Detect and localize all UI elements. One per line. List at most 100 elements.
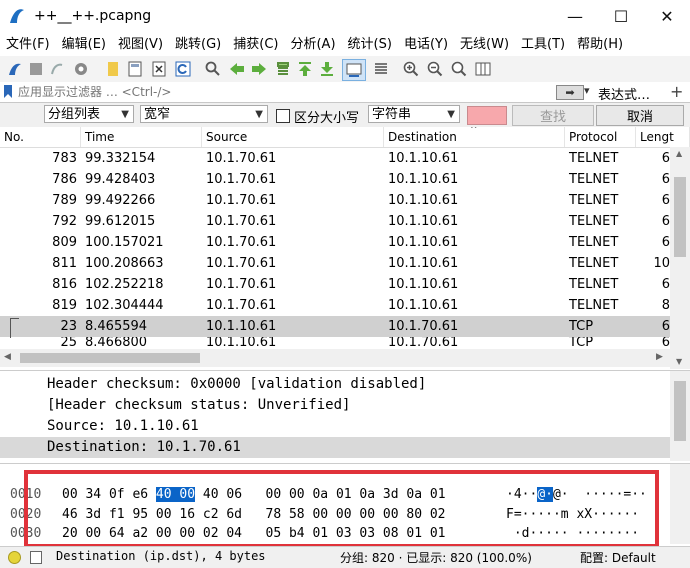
packet-source: 10.1.10.61 bbox=[206, 319, 277, 334]
packet-row-selected[interactable]: 23 8.465594 10.1.10.61 10.1.70.61 TCP 6 bbox=[0, 316, 670, 338]
resize-columns-icon[interactable] bbox=[474, 60, 492, 78]
menu-tools[interactable]: 工具(T) bbox=[515, 34, 571, 56]
packet-no: 819 bbox=[52, 298, 77, 313]
scroll-up-icon[interactable]: ▲ bbox=[676, 149, 682, 158]
filter-history-dropdown-icon[interactable]: ▾ bbox=[584, 84, 590, 97]
packet-list-vertical-scrollbar[interactable]: ▲ ▼ bbox=[670, 147, 690, 369]
menu-capture[interactable]: 捕获(C) bbox=[227, 34, 284, 56]
packet-destination: 10.1.70.61 bbox=[388, 337, 459, 349]
column-protocol[interactable]: Protocol bbox=[565, 127, 636, 147]
scroll-right-icon[interactable]: ▶ bbox=[656, 352, 663, 362]
capture-options-icon[interactable] bbox=[72, 60, 90, 78]
search-scope-select[interactable]: 分组列表 ▼ bbox=[44, 105, 134, 123]
find-packet-bar: 分组列表 ▼ 宽窄 ▼ 区分大小写 字符串 ▼ 查找 取消 bbox=[0, 103, 690, 128]
packet-row[interactable]: 783 99.332154 10.1.70.61 10.1.10.61 TELN… bbox=[0, 148, 670, 169]
menu-wireless[interactable]: 无线(W) bbox=[454, 34, 515, 56]
packet-destination: 10.1.10.61 bbox=[388, 193, 459, 208]
packet-length: 6 bbox=[661, 214, 670, 229]
stop-capture-icon[interactable] bbox=[27, 60, 45, 78]
packet-row[interactable]: 819 102.304444 10.1.70.61 10.1.10.61 TEL… bbox=[0, 295, 670, 316]
packet-length: 6 bbox=[661, 337, 670, 349]
go-first-packet-icon[interactable] bbox=[296, 60, 314, 78]
save-file-icon[interactable] bbox=[126, 60, 144, 78]
open-file-icon[interactable] bbox=[104, 60, 122, 78]
close-button[interactable]: ✕ bbox=[644, 0, 690, 32]
packet-row[interactable]: 809 100.157021 10.1.70.61 10.1.10.61 TEL… bbox=[0, 232, 670, 253]
packet-protocol: TELNET bbox=[569, 256, 619, 271]
expression-button[interactable]: 表达式… bbox=[598, 84, 650, 103]
packet-row[interactable]: 789 99.492266 10.1.70.61 10.1.10.61 TELN… bbox=[0, 190, 670, 211]
menu-view[interactable]: 视图(V) bbox=[112, 34, 169, 56]
reload-file-icon[interactable] bbox=[174, 60, 192, 78]
scroll-thumb[interactable] bbox=[674, 381, 686, 441]
go-to-packet-icon[interactable] bbox=[274, 60, 292, 78]
detail-line-header-checksum[interactable]: Header checksum: 0x0000 [validation disa… bbox=[47, 374, 426, 395]
menu-analyze[interactable]: 分析(A) bbox=[284, 34, 341, 56]
packet-length: 6 bbox=[661, 235, 670, 250]
column-no[interactable]: No. bbox=[0, 127, 81, 147]
go-last-packet-icon[interactable] bbox=[318, 60, 336, 78]
scroll-thumb[interactable] bbox=[674, 177, 686, 257]
scroll-down-icon[interactable]: ▼ bbox=[676, 357, 682, 366]
cancel-button[interactable]: 取消 bbox=[596, 105, 684, 126]
scroll-thumb[interactable] bbox=[20, 353, 200, 363]
packet-destination: 10.1.10.61 bbox=[388, 256, 459, 271]
bytes-vertical-scrollbar[interactable] bbox=[670, 464, 690, 544]
auto-scroll-icon[interactable] bbox=[342, 59, 366, 81]
status-profile[interactable]: 配置: Default bbox=[580, 549, 656, 566]
column-time[interactable]: Time bbox=[81, 127, 202, 147]
detail-line-checksum-status[interactable]: [Header checksum status: Unverified] bbox=[47, 395, 350, 416]
char-width-select[interactable]: 宽窄 ▼ bbox=[140, 105, 268, 123]
packet-no: 816 bbox=[52, 277, 77, 292]
zoom-out-icon[interactable] bbox=[426, 60, 444, 78]
menu-edit[interactable]: 编辑(E) bbox=[56, 34, 112, 56]
go-back-icon[interactable] bbox=[228, 60, 246, 78]
menu-go[interactable]: 跳转(G) bbox=[169, 34, 227, 56]
normal-size-icon[interactable] bbox=[450, 60, 468, 78]
status-packet-count: 分组: 820 · 已显示: 820 (100.0%) bbox=[340, 551, 532, 565]
packet-time: 99.428403 bbox=[85, 172, 156, 187]
packet-row[interactable]: 786 99.428403 10.1.70.61 10.1.10.61 TELN… bbox=[0, 169, 670, 190]
find-button[interactable]: 查找 bbox=[512, 105, 594, 126]
menu-statistics[interactable]: 统计(S) bbox=[342, 34, 398, 56]
expert-info-icon[interactable] bbox=[8, 551, 21, 564]
zoom-in-icon[interactable] bbox=[402, 60, 420, 78]
case-sensitive-checkbox[interactable] bbox=[276, 109, 290, 123]
packet-time: 99.492266 bbox=[85, 193, 156, 208]
display-filter-input[interactable] bbox=[18, 84, 518, 100]
colorize-icon[interactable] bbox=[372, 60, 390, 78]
search-text-input[interactable] bbox=[467, 106, 507, 125]
apply-filter-button[interactable]: ➡ bbox=[556, 85, 584, 100]
details-vertical-scrollbar[interactable] bbox=[670, 371, 690, 461]
add-filter-button[interactable]: + bbox=[670, 82, 683, 101]
packet-row[interactable]: 811 100.208663 10.1.70.61 10.1.10.61 TEL… bbox=[0, 253, 670, 274]
packet-source: 10.1.10.61 bbox=[206, 337, 277, 349]
packet-row[interactable]: 25 8.466800 10.1.10.61 10.1.70.61 TCP 6 bbox=[0, 337, 670, 349]
capture-comment-icon[interactable] bbox=[30, 551, 42, 564]
detail-line-destination[interactable]: Destination: 10.1.70.61 bbox=[47, 437, 241, 458]
menu-telephony[interactable]: 电话(Y) bbox=[398, 34, 454, 56]
search-type-select[interactable]: 字符串 ▼ bbox=[368, 105, 460, 123]
bookmark-icon[interactable] bbox=[4, 85, 12, 98]
packet-list-horizontal-scrollbar[interactable]: ◀ ▶ bbox=[0, 349, 670, 367]
packet-time: 8.465594 bbox=[85, 319, 148, 334]
minimize-button[interactable]: — bbox=[552, 0, 598, 32]
menu-help[interactable]: 帮助(H) bbox=[571, 34, 629, 56]
start-capture-icon[interactable] bbox=[6, 60, 24, 78]
maximize-button[interactable]: ☐ bbox=[598, 0, 644, 32]
packet-row[interactable]: 816 102.252218 10.1.70.61 10.1.10.61 TEL… bbox=[0, 274, 670, 295]
menu-file[interactable]: 文件(F) bbox=[0, 34, 56, 56]
packet-length: 6 bbox=[661, 319, 670, 334]
scroll-left-icon[interactable]: ◀ bbox=[4, 352, 11, 362]
restart-capture-icon[interactable] bbox=[48, 60, 66, 78]
go-forward-icon[interactable] bbox=[250, 60, 268, 78]
packet-length: 10 bbox=[653, 256, 670, 271]
packet-row[interactable]: 792 99.612015 10.1.70.61 10.1.10.61 TELN… bbox=[0, 211, 670, 232]
find-packet-icon[interactable] bbox=[204, 60, 222, 78]
column-length[interactable]: Lengt bbox=[636, 127, 690, 147]
column-source[interactable]: Source bbox=[202, 127, 384, 147]
packet-length: 6 bbox=[661, 151, 670, 166]
packet-source: 10.1.70.61 bbox=[206, 172, 277, 187]
detail-line-source[interactable]: Source: 10.1.10.61 bbox=[47, 416, 199, 437]
close-file-icon[interactable] bbox=[150, 60, 168, 78]
